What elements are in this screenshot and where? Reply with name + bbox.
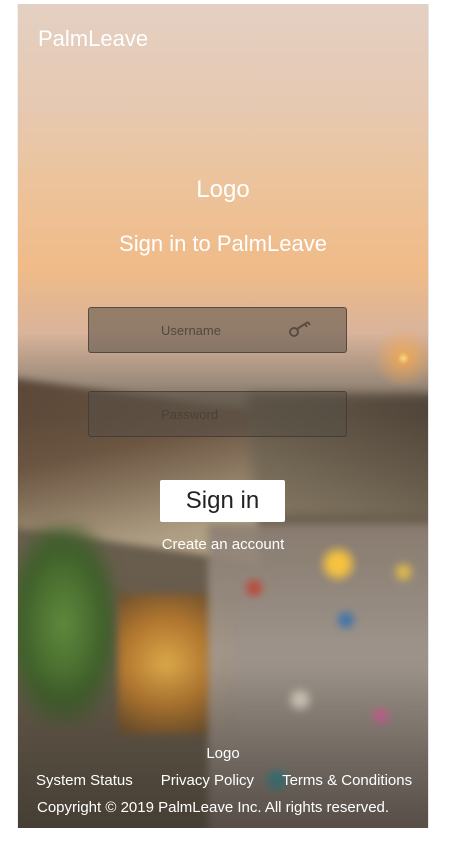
footer-link-privacy-policy[interactable]: Privacy Policy	[161, 772, 254, 789]
brand-title[interactable]: PalmLeave	[38, 26, 148, 52]
key-icon[interactable]	[286, 318, 316, 340]
create-account-link[interactable]: Create an account	[18, 536, 428, 553]
password-input[interactable]	[88, 391, 347, 437]
page-title: Sign in to PalmLeave	[119, 231, 327, 256]
footer-link-system-status[interactable]: System Status	[36, 772, 133, 789]
sign-in-button[interactable]: Sign in	[160, 480, 285, 522]
main-logo: Logo	[196, 176, 250, 203]
footer-link-terms[interactable]: Terms & Conditions	[282, 772, 412, 789]
footer-links: System Status Privacy Policy Terms & Condi…	[36, 772, 428, 789]
copyright-text: Copyright © 2019 PalmLeave Inc. All righ…	[37, 799, 390, 816]
footer-logo: Logo	[206, 745, 240, 762]
app-screen: PalmLeave Logo Sign in to PalmLeave Sign…	[17, 4, 429, 828]
